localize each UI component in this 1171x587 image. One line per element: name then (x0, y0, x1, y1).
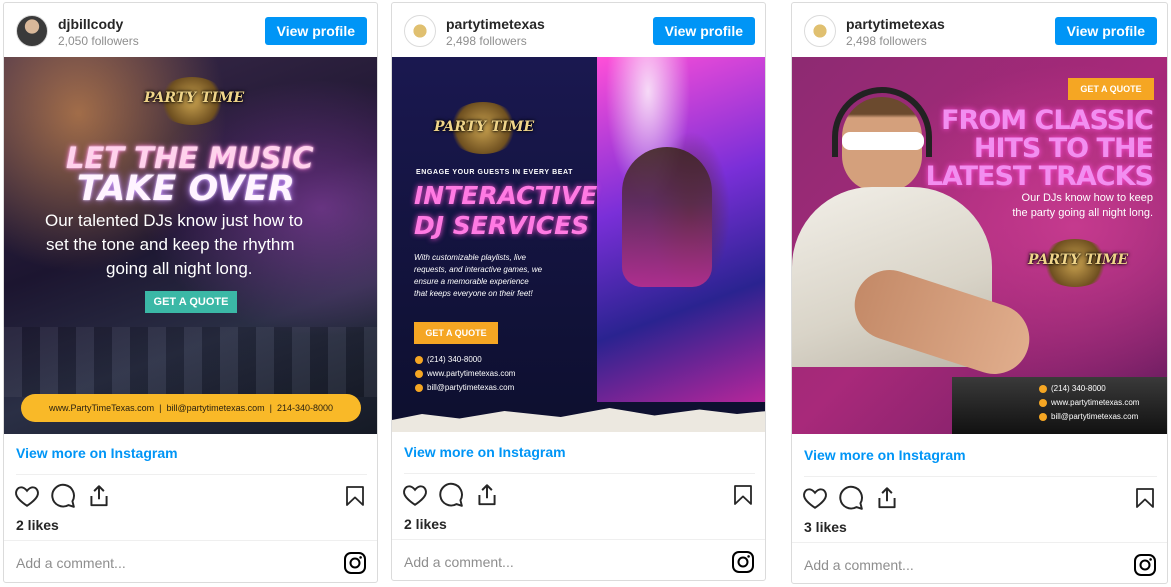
logo-text: PARTY TIME (144, 90, 245, 106)
headline-line-2: HITS TO THE (973, 133, 1154, 164)
web-text: www.partytimetexas.com (1051, 398, 1140, 407)
contact-web: www.partytimetexas.com (415, 369, 515, 378)
instagram-icon[interactable] (731, 550, 755, 574)
body-line-1: With customizable playlists, live (414, 253, 526, 262)
body-line-1: Our DJs know how to keep (1021, 192, 1153, 204)
web-text: www.partytimetexas.com (427, 369, 516, 378)
body-line-2: requests, and interactive games, we (414, 265, 543, 274)
likes-count: 2 likes (404, 516, 447, 532)
instagram-icon[interactable] (343, 551, 367, 575)
comment-bar: Add a comment... (4, 540, 377, 582)
post-card-partytimetexas-2: partytimetexas 2,498 followers View prof… (791, 2, 1168, 584)
view-profile-button[interactable]: View profile (652, 17, 755, 45)
contact-phone: (214) 340-8000 (1039, 384, 1106, 393)
action-bar (14, 483, 367, 511)
headline-line-1: INTERACTIVE (414, 181, 598, 210)
action-bar (802, 485, 1157, 513)
view-more-link[interactable]: View more on Instagram (16, 445, 178, 461)
post-card-partytimetexas-1: partytimetexas 2,498 followers View prof… (391, 2, 766, 581)
divider (16, 474, 367, 475)
globe-icon (1039, 398, 1047, 407)
likes-count: 2 likes (16, 517, 59, 533)
contact-email: bill@partytimetexas.com (1039, 412, 1138, 421)
headline-line-3: LATEST TRACKS (925, 161, 1154, 192)
share-icon[interactable] (474, 482, 500, 508)
instagram-icon[interactable] (1133, 553, 1157, 577)
body-line-1: Our talented DJs know just how to (45, 211, 303, 230)
follower-count: 2,498 followers (846, 34, 927, 48)
email-text: bill@partytimetexas.com (1051, 412, 1139, 421)
phone-icon (1039, 384, 1047, 393)
headline-line-2: TAKE OVER (77, 169, 295, 209)
comment-icon[interactable] (838, 485, 864, 511)
contact-footer: www.PartyTimeTexas.com | bill@partytimet… (21, 394, 361, 422)
avatar[interactable] (804, 15, 836, 47)
follower-count: 2,498 followers (446, 34, 527, 48)
post-image[interactable]: PARTY TIME ENGAGE YOUR GUESTS IN EVERY B… (392, 57, 765, 432)
comment-input[interactable]: Add a comment... (404, 554, 514, 570)
post-header: partytimetexas 2,498 followers View prof… (792, 3, 1167, 57)
contact-phone: (214) 340-8000 (415, 355, 482, 364)
mail-icon (415, 383, 423, 392)
headline-line-2: DJ SERVICES (414, 211, 590, 240)
bookmark-icon[interactable] (343, 483, 367, 509)
share-icon[interactable] (86, 483, 112, 509)
contact-email: bill@partytimetexas.com (415, 383, 514, 392)
post-header: djbillcody 2,050 followers View profile (4, 3, 377, 57)
follower-count: 2,050 followers (58, 34, 139, 48)
view-more-link[interactable]: View more on Instagram (404, 444, 566, 460)
mail-icon (1039, 412, 1047, 421)
logo-text: PARTY TIME (1028, 252, 1129, 268)
username[interactable]: partytimetexas (446, 16, 545, 32)
comment-bar: Add a comment... (392, 539, 765, 580)
get-a-quote-badge: GET A QUOTE (1068, 78, 1154, 100)
post-image[interactable]: PARTY TIME LET THE MUSIC TAKE OVER Our t… (4, 57, 377, 434)
username[interactable]: djbillcody (58, 16, 123, 32)
post-image[interactable]: GET A QUOTE FROM CLASSIC HITS TO THE LAT… (792, 57, 1167, 434)
heart-icon[interactable] (402, 482, 428, 508)
body-line-3: ensure a memorable experience (414, 277, 529, 286)
divider (804, 476, 1157, 477)
phone-text: (214) 340-8000 (427, 355, 482, 364)
comment-icon[interactable] (50, 483, 76, 509)
mixer-decoration (4, 327, 377, 397)
bookmark-icon[interactable] (1133, 485, 1157, 511)
divider (404, 473, 755, 474)
phone-icon (415, 355, 423, 364)
likes-count: 3 likes (804, 519, 847, 535)
view-more-link[interactable]: View more on Instagram (804, 447, 966, 463)
globe-icon (415, 369, 423, 378)
share-icon[interactable] (874, 485, 900, 511)
comment-icon[interactable] (438, 482, 464, 508)
body-line-2: set the tone and keep the rhythm (46, 235, 295, 254)
avatar[interactable] (404, 15, 436, 47)
view-profile-button[interactable]: View profile (1054, 17, 1157, 45)
get-a-quote-badge: GET A QUOTE (145, 291, 237, 313)
body-line-2: the party going all night long. (1012, 207, 1153, 219)
body-line-3: going all night long. (106, 259, 253, 278)
phone-text: (214) 340-8000 (1051, 384, 1106, 393)
action-bar (402, 482, 755, 510)
bookmark-icon[interactable] (731, 482, 755, 508)
tagline: ENGAGE YOUR GUESTS IN EVERY BEAT (416, 169, 574, 176)
view-profile-button[interactable]: View profile (264, 17, 367, 45)
headline-line-1: FROM CLASSIC (941, 105, 1154, 136)
post-card-djbillcody: djbillcody 2,050 followers View profile … (3, 2, 378, 583)
heart-icon[interactable] (802, 485, 828, 511)
torn-paper-edge (392, 408, 765, 432)
heart-icon[interactable] (14, 483, 40, 509)
dj-headphones (832, 87, 932, 157)
comment-bar: Add a comment... (792, 542, 1167, 583)
logo-text: PARTY TIME (434, 119, 535, 135)
get-a-quote-badge: GET A QUOTE (414, 322, 498, 344)
comment-input[interactable]: Add a comment... (16, 555, 126, 571)
post-header: partytimetexas 2,498 followers View prof… (392, 3, 765, 57)
contact-web: www.partytimetexas.com (1039, 398, 1139, 407)
dancer-figure (622, 147, 712, 287)
avatar[interactable] (16, 15, 48, 47)
username[interactable]: partytimetexas (846, 16, 945, 32)
body-line-4: that keeps everyone on their feet! (414, 289, 533, 298)
comment-input[interactable]: Add a comment... (804, 557, 914, 573)
email-text: bill@partytimetexas.com (427, 383, 515, 392)
